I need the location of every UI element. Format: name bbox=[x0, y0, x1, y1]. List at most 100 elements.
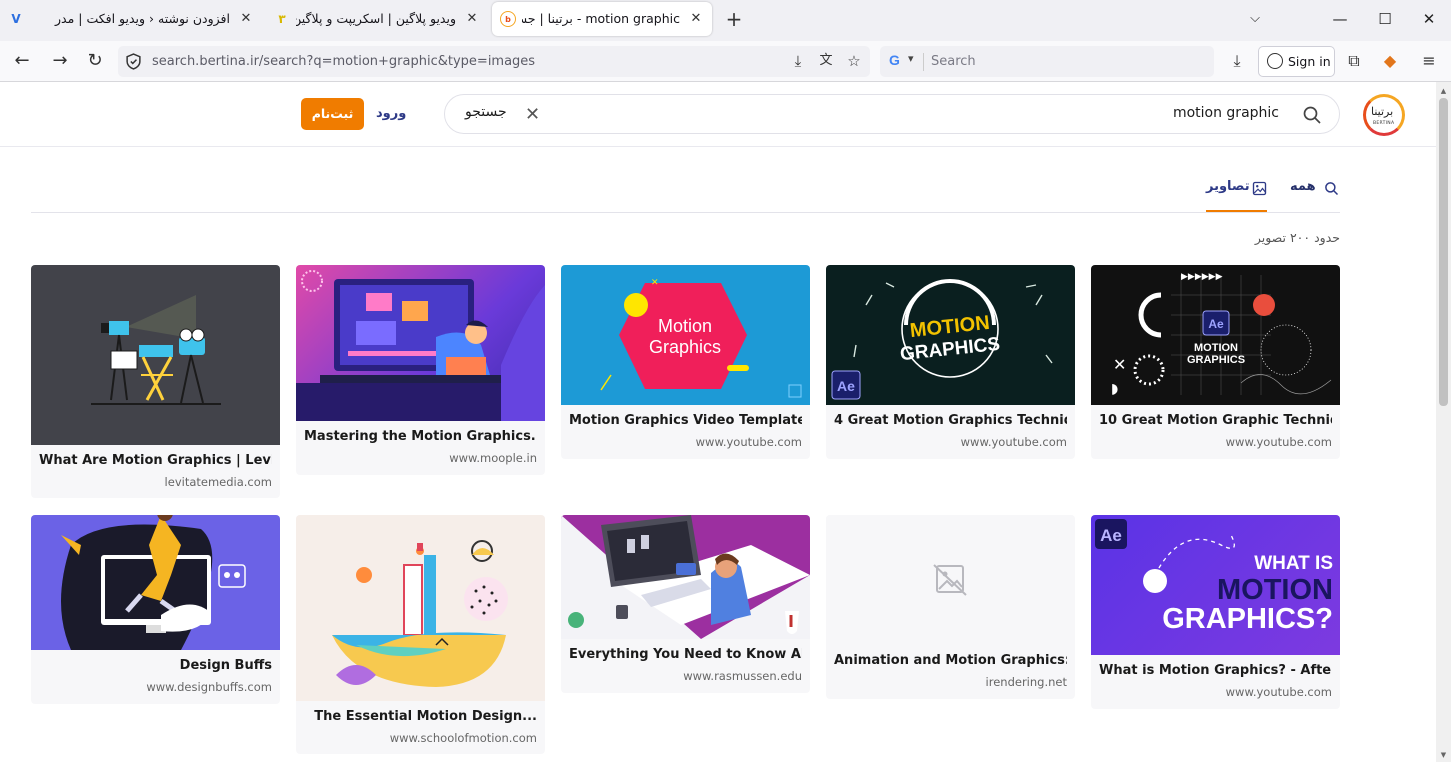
tab-list-chevron-icon[interactable]: ⌵ bbox=[1245, 9, 1265, 29]
result-source[interactable]: www.youtube.com bbox=[1226, 685, 1332, 699]
result-title[interactable]: 10 Great Motion Graphic Techniques... bbox=[1099, 413, 1332, 428]
result-title[interactable]: Animation and Motion Graphics:... bbox=[834, 653, 1067, 668]
scroll-down-icon[interactable]: ▼ bbox=[1438, 750, 1449, 760]
what-is-text: WHAT IS bbox=[1254, 553, 1333, 574]
result-title[interactable]: The Essential Motion Design... bbox=[304, 709, 537, 724]
minimize-icon[interactable]: — bbox=[1330, 9, 1350, 29]
result-thumbnail[interactable] bbox=[31, 265, 280, 445]
scrollbar-thumb[interactable] bbox=[1439, 98, 1448, 406]
result-source[interactable]: www.rasmussen.edu bbox=[683, 669, 802, 683]
logo-text: برتینا bbox=[1371, 105, 1394, 118]
svg-text:GRAPHICS: GRAPHICS bbox=[1187, 354, 1245, 366]
image-result-card[interactable]: Ae WHAT IS MOTION GRAPHICS? What is Moti… bbox=[1091, 515, 1340, 709]
browser-tab-1[interactable]: V افزودن نوشته ‹ ویدیو افکت | مدر ✕ bbox=[0, 0, 262, 38]
extensions-icon[interactable]: ⧉ bbox=[1343, 50, 1365, 72]
translate-icon[interactable]: 文 bbox=[816, 51, 836, 71]
site-header: برتینا BERTINA motion graphic ✕ جستجو ور… bbox=[0, 82, 1436, 147]
signup-button[interactable]: ثبت‌نام bbox=[301, 98, 364, 130]
download-page-icon[interactable]: ⤓ bbox=[788, 51, 808, 71]
result-source[interactable]: www.youtube.com bbox=[696, 435, 802, 449]
svg-text:MOTION: MOTION bbox=[1194, 342, 1238, 354]
svg-text:GRAPHICS?: GRAPHICS? bbox=[1162, 603, 1333, 635]
result-thumbnail[interactable]: ▶▶▶▶▶▶ ✕ ◗ Ae MOTION GRAPHICS bbox=[1091, 265, 1340, 405]
image-result-card[interactable]: ▶▶▶▶▶▶ ✕ ◗ Ae MOTION GRAPHICS 10 Great M… bbox=[1091, 265, 1340, 459]
search-query-input[interactable]: motion graphic bbox=[1173, 105, 1279, 121]
google-icon[interactable]: G bbox=[889, 52, 900, 68]
search-placeholder: Search bbox=[931, 54, 976, 69]
image-result-card[interactable]: Motion Graphics ✕ Motion Graphics Video … bbox=[561, 265, 810, 459]
svg-text:Motion: Motion bbox=[658, 316, 712, 336]
menu-icon[interactable]: ≡ bbox=[1418, 50, 1440, 72]
thumbnail-art bbox=[61, 515, 246, 650]
close-tab-icon[interactable]: ✕ bbox=[464, 11, 480, 27]
divider bbox=[923, 53, 924, 71]
result-thumbnail[interactable] bbox=[561, 515, 810, 639]
result-title[interactable]: Motion Graphics Video Template... bbox=[569, 413, 802, 428]
result-source[interactable]: irendering.net bbox=[986, 675, 1067, 689]
browser-search-bar[interactable]: G ▾ Search bbox=[880, 46, 1214, 77]
maximize-icon[interactable]: ☐ bbox=[1375, 9, 1395, 29]
image-result-card[interactable]: Everything You Need to Know About... www… bbox=[561, 515, 810, 693]
new-tab-icon[interactable]: + bbox=[724, 9, 744, 29]
result-source[interactable]: www.schoolofmotion.com bbox=[390, 731, 537, 745]
bertina-logo[interactable]: برتینا BERTINA bbox=[1363, 94, 1405, 136]
thumbnail-art bbox=[332, 540, 508, 687]
result-title[interactable]: Everything You Need to Know About... bbox=[569, 647, 802, 662]
login-link[interactable]: ورود bbox=[376, 106, 406, 121]
result-thumbnail[interactable]: Motion Graphics ✕ bbox=[561, 265, 810, 405]
thumbnail-art bbox=[91, 295, 221, 405]
image-result-card[interactable]: Animation and Motion Graphics:... irende… bbox=[826, 515, 1075, 699]
result-thumbnail[interactable]: MOTION GRAPHICS Ae bbox=[826, 265, 1075, 405]
result-thumbnail[interactable]: Ae WHAT IS MOTION GRAPHICS? bbox=[1091, 515, 1340, 655]
svg-text:▶▶▶▶▶▶: ▶▶▶▶▶▶ bbox=[1181, 272, 1223, 282]
result-title[interactable]: What Are Motion Graphics | Levitate... bbox=[39, 453, 272, 468]
result-thumbnail[interactable] bbox=[31, 515, 280, 650]
close-tab-icon[interactable]: ✕ bbox=[238, 11, 254, 27]
ae-text: Ae bbox=[1208, 317, 1224, 331]
image-result-card[interactable]: The Essential Motion Design... www.schoo… bbox=[296, 515, 545, 754]
tab-all-label: همه bbox=[1290, 179, 1316, 194]
result-source[interactable]: www.designbuffs.com bbox=[146, 680, 272, 694]
image-result-card[interactable]: MOTION GRAPHICS Ae 4 Great Motion Graphi… bbox=[826, 265, 1075, 459]
result-title[interactable]: What is Motion Graphics? - After... bbox=[1099, 663, 1332, 678]
forward-arrow-icon[interactable]: → bbox=[48, 49, 72, 73]
tab-images[interactable]: تصاویر bbox=[1206, 179, 1267, 196]
result-type-tabs: همه تصاویر bbox=[31, 170, 1340, 213]
shield-icon[interactable] bbox=[125, 53, 142, 70]
search-button[interactable]: جستجو bbox=[465, 104, 507, 120]
result-title[interactable]: Design Buffs bbox=[39, 658, 272, 673]
result-source[interactable]: www.youtube.com bbox=[1226, 435, 1332, 449]
reload-icon[interactable]: ↻ bbox=[83, 49, 107, 73]
account-icon bbox=[1267, 53, 1283, 69]
result-thumbnail[interactable] bbox=[826, 515, 1075, 645]
image-result-card[interactable]: Design Buffs www.designbuffs.com bbox=[31, 515, 280, 704]
url-bar[interactable]: search.bertina.ir/search?q=motion+graphi… bbox=[118, 46, 870, 77]
close-window-icon[interactable]: ✕ bbox=[1419, 9, 1439, 29]
chevron-down-icon[interactable]: ▾ bbox=[908, 52, 914, 65]
result-thumbnail[interactable] bbox=[296, 265, 545, 421]
tab-label: ویدیو پلاگین | اسکریپت و پلاگین ا bbox=[296, 11, 456, 26]
image-result-card[interactable]: Mastering the Motion Graphics... www.moo… bbox=[296, 265, 545, 475]
back-arrow-icon[interactable]: ← bbox=[10, 49, 34, 73]
bookmark-star-icon[interactable]: ☆ bbox=[844, 51, 864, 71]
browser-tab-2[interactable]: ۳ ویدیو پلاگین | اسکریپت و پلاگین ا ✕ bbox=[266, 0, 488, 38]
result-title[interactable]: 4 Great Motion Graphics Techniques... bbox=[834, 413, 1067, 428]
clear-search-icon[interactable]: ✕ bbox=[525, 104, 540, 125]
sign-in-button[interactable]: Sign in bbox=[1258, 46, 1335, 77]
close-tab-icon[interactable]: ✕ bbox=[688, 11, 704, 27]
browser-tab-3-active[interactable]: b motion graphic - برتینا | جستجوگر بر ✕ bbox=[492, 2, 712, 36]
downloads-icon[interactable]: ⤓ bbox=[1226, 50, 1248, 72]
result-source[interactable]: levitatemedia.com bbox=[165, 475, 272, 489]
result-source[interactable]: www.moople.in bbox=[449, 451, 537, 465]
scroll-up-icon[interactable]: ▲ bbox=[1438, 86, 1449, 96]
metamask-fox-icon[interactable]: ◆ bbox=[1379, 50, 1401, 72]
tab-images-label: تصاویر bbox=[1206, 179, 1250, 194]
result-thumbnail[interactable] bbox=[296, 515, 545, 701]
site-search-box[interactable]: motion graphic ✕ جستجو bbox=[444, 94, 1340, 134]
search-icon[interactable] bbox=[1302, 105, 1322, 125]
result-title[interactable]: Mastering the Motion Graphics... bbox=[304, 429, 537, 444]
result-source[interactable]: www.youtube.com bbox=[961, 435, 1067, 449]
tab-label: motion graphic - برتینا | جستجوگر بر bbox=[522, 11, 680, 26]
image-result-card[interactable]: What Are Motion Graphics | Levitate... l… bbox=[31, 265, 280, 498]
tab-all[interactable]: همه bbox=[1290, 179, 1339, 196]
